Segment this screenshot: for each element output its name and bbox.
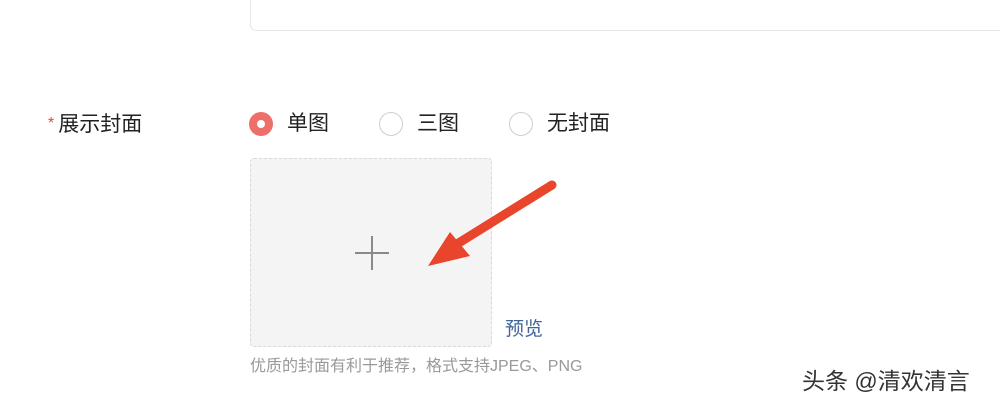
cover-hint-text: 优质的封面有利于推荐，格式支持JPEG、PNG [250, 358, 583, 375]
cover-type-radio-group: 单图 三图 无封面 [249, 110, 660, 138]
radio-unchecked-icon[interactable] [509, 112, 533, 136]
cover-label-text: 展示封面 [58, 113, 143, 136]
radio-label-three: 三图 [417, 112, 459, 135]
red-arrow-icon [428, 180, 557, 266]
summary-textarea[interactable] [250, 0, 1000, 31]
radio-label-none: 无封面 [547, 112, 610, 135]
radio-option-three[interactable]: 三图 [379, 110, 459, 138]
cover-upload-button[interactable] [250, 158, 492, 347]
radio-checked-icon[interactable] [249, 112, 273, 136]
watermark-text: 头条 @清欢清言 [802, 368, 970, 394]
plus-icon [355, 236, 389, 270]
radio-option-single[interactable]: 单图 [249, 110, 329, 138]
radio-option-none[interactable]: 无封面 [509, 110, 610, 138]
radio-unchecked-icon[interactable] [379, 112, 403, 136]
radio-label-single: 单图 [287, 112, 329, 135]
required-asterisk: * [48, 115, 55, 132]
cover-field-label: * 展示封面 [48, 111, 142, 141]
preview-link[interactable]: 预览 [505, 317, 543, 343]
